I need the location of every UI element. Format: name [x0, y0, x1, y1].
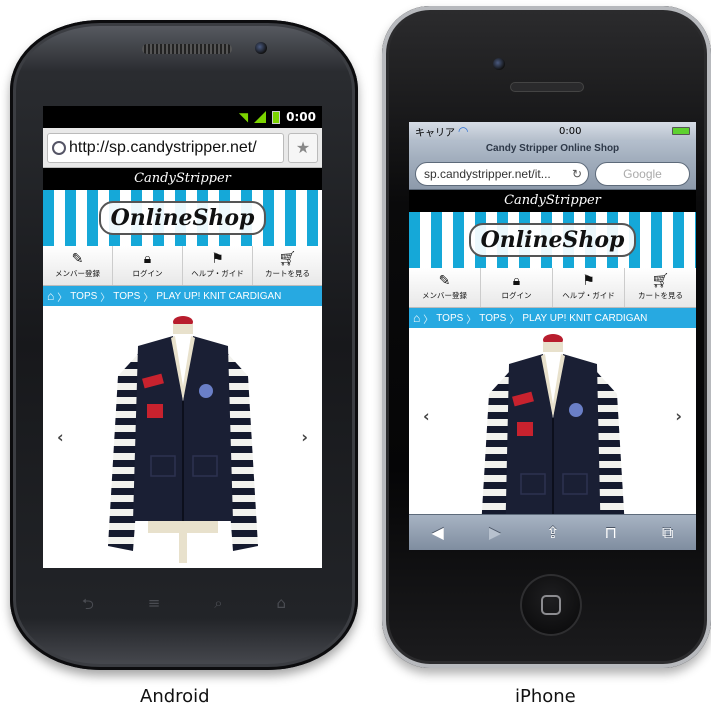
tabs-icon[interactable]: ⧉ [662, 523, 673, 543]
back-arrow-icon[interactable]: ◀ [432, 523, 444, 542]
breadcrumb-item[interactable]: TOPS [113, 291, 140, 302]
iphone-status-time: 0:00 [559, 125, 582, 137]
product-image-area: ‹ › [43, 306, 322, 568]
nav-member-register[interactable]: ✎ メンバー登録 [409, 268, 481, 307]
home-icon[interactable]: ⌂ [413, 311, 420, 325]
iphone-home-button[interactable] [520, 574, 582, 636]
cart-icon: 🛒︎ [651, 273, 670, 289]
iphone-screen: キャリア ◠ 0:00 Candy Stripper Online Shop s… [409, 122, 696, 550]
breadcrumb: ⌂ 〉 TOPS 〉 TOPS 〉 PLAY UP! KNIT CARDIGAN [409, 308, 696, 328]
breadcrumb-item[interactable]: TOPS [479, 313, 506, 324]
back-key-icon[interactable]: ⮌ [82, 594, 94, 619]
site-logo[interactable]: CandyStripper [43, 168, 322, 190]
nav-login[interactable]: 🔒︎ ログイン [481, 268, 553, 307]
android-screen: ◥ 0:00 http://sp.candystripper.net/ ★ Ca… [43, 106, 322, 568]
breadcrumb: ⌂ 〉 TOPS 〉 TOPS 〉 PLAY UP! KNIT CARDIGAN [43, 286, 322, 306]
iphone-camera [493, 58, 505, 70]
nav-label: メンバー登録 [55, 269, 100, 278]
menu-key-icon[interactable]: ≡ [148, 594, 161, 619]
edit-icon: ✎ [438, 273, 451, 289]
android-status-bar: ◥ 0:00 [43, 106, 322, 128]
iphone-url-text: sp.candystripper.net/it... [424, 166, 551, 181]
site-nav: ✎ メンバー登録 🔒︎ ログイン ⚑ ヘルプ・ガイド 🛒︎ カートを見る [43, 246, 322, 286]
home-icon[interactable]: ⌂ [47, 289, 54, 303]
battery-icon [671, 127, 690, 135]
search-key-icon[interactable]: ⌕ [214, 594, 222, 619]
breadcrumb-current: PLAY UP! KNIT CARDIGAN [522, 312, 648, 324]
signal-icon [254, 111, 267, 123]
globe-icon [52, 140, 66, 155]
iphone-speaker [510, 82, 584, 92]
breadcrumb-item[interactable]: TOPS [436, 313, 463, 324]
iphone-page-title: Candy Stripper Online Shop [409, 140, 696, 158]
online-shop-banner[interactable]: OnlineShop [43, 190, 322, 246]
home-key-icon[interactable]: ⌂ [277, 594, 287, 619]
signpost-icon: ⚑ [211, 251, 224, 267]
nav-label: ヘルプ・ガイド [191, 269, 244, 278]
nav-label: メンバー登録 [422, 291, 467, 300]
nav-help-guide[interactable]: ⚑ ヘルプ・ガイド [183, 246, 253, 285]
nav-login[interactable]: 🔒︎ ログイン [113, 246, 183, 285]
nav-view-cart[interactable]: 🛒︎ カートを見る [625, 268, 696, 307]
iphone-search-field[interactable]: Google [595, 161, 690, 186]
prev-arrow-icon[interactable]: ‹ [423, 407, 430, 426]
iphone-url-field[interactable]: sp.candystripper.net/it... ↻ [415, 161, 590, 186]
forward-arrow-icon[interactable]: ▶ [489, 523, 501, 542]
android-status-time: 0:00 [286, 110, 316, 124]
wifi-icon: ◠ [458, 124, 469, 138]
prev-arrow-icon[interactable]: ‹ [57, 428, 64, 447]
next-arrow-icon[interactable]: › [675, 407, 682, 426]
bookmarks-icon[interactable]: ⊓ [605, 523, 617, 542]
site-nav: ✎ メンバー登録 🔒︎ ログイン ⚑ ヘルプ・ガイド 🛒︎ カートを見る [409, 268, 696, 308]
banner-title: OnlineShop [468, 223, 637, 257]
next-arrow-icon[interactable]: › [301, 428, 308, 447]
nav-view-cart[interactable]: 🛒︎ カートを見る [253, 246, 322, 285]
nav-label: カートを見る [265, 269, 310, 278]
signpost-icon: ⚑ [582, 273, 595, 289]
nav-label: ログイン [501, 291, 532, 300]
banner-title: OnlineShop [98, 201, 267, 235]
nav-label: ログイン [132, 269, 163, 278]
home-square-icon [541, 595, 561, 615]
android-address-bar: http://sp.candystripper.net/ ★ [43, 128, 322, 168]
breadcrumb-item[interactable]: TOPS [70, 291, 97, 302]
breadcrumb-current: PLAY UP! KNIT CARDIGAN [156, 290, 282, 302]
cart-icon: 🛒︎ [278, 251, 297, 267]
bookmark-star-icon: ★ [295, 138, 311, 157]
android-url-field[interactable]: http://sp.candystripper.net/ [47, 132, 284, 163]
android-speaker [142, 44, 232, 54]
bookmark-button[interactable]: ★ [288, 132, 318, 163]
reload-icon[interactable]: ↻ [572, 167, 582, 181]
cardigan-image [108, 316, 258, 563]
nav-member-register[interactable]: ✎ メンバー登録 [43, 246, 113, 285]
lock-icon: 🔒︎ [143, 251, 152, 267]
wifi-icon: ◥ [238, 110, 249, 124]
android-url-text: http://sp.candystripper.net/ [69, 138, 257, 156]
nav-label: カートを見る [638, 291, 683, 300]
android-label: Android [140, 686, 210, 707]
nav-help-guide[interactable]: ⚑ ヘルプ・ガイド [553, 268, 625, 307]
iphone-label: iPhone [515, 686, 576, 707]
lock-icon: 🔒︎ [512, 273, 521, 289]
battery-icon [272, 110, 281, 124]
iphone-address-bar: sp.candystripper.net/it... ↻ Google [409, 158, 696, 190]
share-icon[interactable]: ⇪ [546, 523, 559, 542]
safari-toolbar: ◀ ▶ ⇪ ⊓ ⧉ [409, 514, 696, 550]
android-camera [255, 42, 267, 54]
online-shop-banner[interactable]: OnlineShop [409, 212, 696, 268]
android-softkeys: ⮌ ≡ ⌕ ⌂ [55, 594, 313, 619]
iphone-status-bar: キャリア ◠ 0:00 [409, 122, 696, 140]
nav-label: ヘルプ・ガイド [562, 291, 615, 300]
site-logo[interactable]: CandyStripper [409, 190, 696, 212]
edit-icon: ✎ [71, 251, 84, 267]
carrier-label: キャリア [415, 127, 455, 139]
